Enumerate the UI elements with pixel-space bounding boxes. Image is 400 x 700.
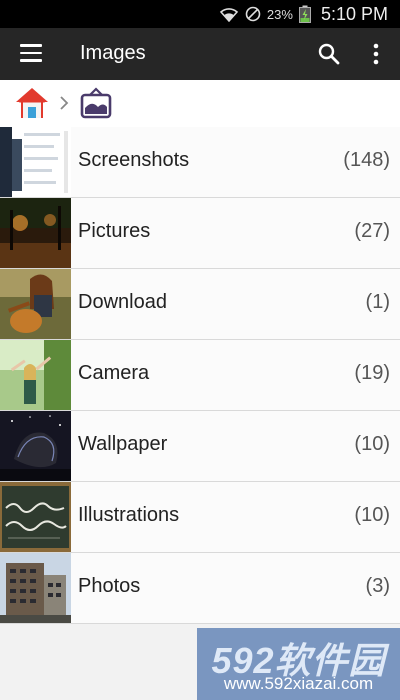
status-icons: 23% 5:10 PM [219, 0, 388, 28]
status-bar: 23% 5:10 PM [0, 0, 400, 28]
blocked-icon [245, 6, 261, 22]
wifi-icon [219, 6, 239, 22]
folder-row-illustrations[interactable]: Illustrations (10) [0, 482, 400, 553]
folder-count: (27) [354, 220, 390, 242]
chevron-right-icon [58, 94, 70, 112]
folder-list: Screenshots (148) Pictures (27) Download… [0, 127, 400, 624]
folder-count: (148) [343, 149, 390, 171]
watermark-url: www.592xiazai.com [223, 674, 374, 693]
folder-row-wallpaper[interactable]: Wallpaper (10) [0, 411, 400, 482]
folder-name: Wallpaper [78, 433, 168, 455]
folder-thumbnail [0, 553, 71, 623]
home-icon[interactable] [14, 86, 50, 120]
folder-row-screenshots[interactable]: Screenshots (148) [0, 127, 400, 198]
folder-thumbnail [0, 269, 71, 339]
folder-row-camera[interactable]: Camera (19) [0, 340, 400, 411]
folder-thumbnail [0, 127, 71, 197]
images-folder-icon[interactable] [79, 86, 113, 120]
folder-name: Pictures [78, 220, 151, 242]
folder-thumbnail [0, 411, 71, 481]
breadcrumb [0, 80, 400, 127]
folder-name: Illustrations [78, 504, 180, 526]
search-icon[interactable] [316, 41, 342, 67]
folder-count: (3) [365, 575, 390, 597]
folder-count: (19) [354, 362, 390, 384]
hamburger-menu-icon[interactable] [20, 44, 42, 62]
folder-thumbnail [0, 340, 71, 410]
folder-count: (1) [365, 291, 390, 313]
folder-name: Photos [78, 575, 141, 597]
status-time: 5:10 PM [320, 3, 388, 24]
folder-name: Screenshots [78, 149, 190, 171]
more-vert-icon[interactable] [366, 41, 386, 67]
folder-name: Download [78, 291, 167, 313]
page-title: Images [80, 42, 146, 64]
battery-percent: 23% [266, 6, 293, 22]
folder-thumbnail [0, 482, 71, 552]
folder-row-photos[interactable]: Photos (3) [0, 553, 400, 624]
folder-name: Camera [78, 362, 150, 384]
folder-thumbnail [0, 198, 71, 268]
app-bar: Images [0, 28, 400, 80]
battery-charging-icon [298, 5, 311, 23]
folder-row-pictures[interactable]: Pictures (27) [0, 198, 400, 269]
folder-count: (10) [354, 433, 390, 455]
folder-count: (10) [354, 504, 390, 526]
folder-row-download[interactable]: Download (1) [0, 269, 400, 340]
watermark: 592软件园 www.592xiazai.com [197, 628, 400, 700]
